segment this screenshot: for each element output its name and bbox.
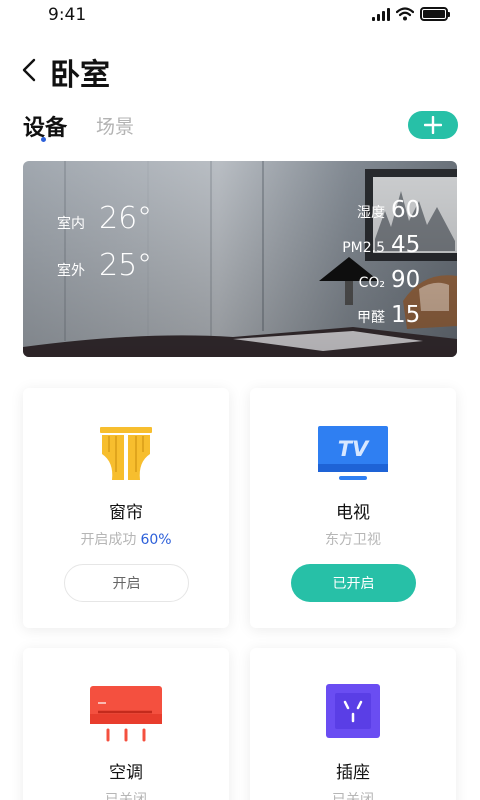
curtain-open-percent: 60% — [140, 532, 172, 548]
tv-icon: TV — [318, 426, 388, 480]
co2-reading: CO₂ 90 — [342, 267, 421, 302]
active-tab-indicator — [41, 137, 46, 142]
formaldehyde-reading: 甲醛 15 — [342, 302, 421, 337]
outdoor-temperature: 室外 25° — [57, 248, 152, 295]
indoor-label: 室内 — [57, 216, 85, 232]
curtain-open-button[interactable]: 开启 — [64, 564, 189, 602]
device-name: 空调 — [109, 763, 143, 783]
signal-icon — [372, 7, 390, 21]
pm25-value: 45 — [391, 232, 421, 258]
formaldehyde-value: 15 — [391, 302, 421, 328]
co2-label: CO₂ — [358, 275, 385, 291]
air-quality-group: 湿度 60 PM2.5 45 CO₂ 90 甲醛 15 — [342, 197, 421, 337]
humidity-reading: 湿度 60 — [342, 197, 421, 232]
formaldehyde-label: 甲醛 — [357, 310, 385, 326]
status-bar: 9:41 — [0, 0, 480, 30]
page-title: 卧室 — [50, 58, 110, 93]
device-name: 插座 — [336, 763, 370, 783]
outdoor-value: 25° — [99, 248, 153, 283]
tv-power-button[interactable]: 已开启 — [291, 564, 416, 602]
device-card-socket[interactable]: 插座 已关闭 — [250, 648, 456, 800]
device-card-tv[interactable]: TV 电视 东方卫视 已开启 — [250, 388, 456, 628]
status-time: 9:41 — [48, 5, 87, 25]
curtain-icon — [100, 427, 152, 480]
device-card-air-conditioner[interactable]: 空调 已关闭 — [23, 648, 229, 800]
tv-icon-label: TV — [338, 437, 370, 461]
tab-bar: 设备 场景 — [0, 108, 480, 148]
device-status-text: 开启成功 — [80, 532, 137, 548]
temperature-group: 室内 26° 室外 25° — [57, 201, 152, 295]
air-conditioner-icon — [90, 686, 162, 742]
add-device-button[interactable] — [408, 111, 458, 139]
device-name: 窗帘 — [109, 503, 143, 523]
back-chevron-icon[interactable] — [18, 56, 42, 84]
socket-icon — [326, 684, 380, 738]
battery-icon — [420, 7, 450, 21]
indoor-temperature: 室内 26° — [57, 201, 152, 248]
humidity-label: 湿度 — [357, 205, 385, 221]
wifi-icon — [396, 7, 414, 21]
co2-value: 90 — [391, 267, 421, 293]
device-name: 电视 — [336, 503, 370, 523]
nav-bar: 卧室 — [0, 48, 480, 93]
device-status: 开启成功 60% — [23, 529, 229, 549]
plus-icon — [424, 116, 442, 134]
tab-scenes[interactable]: 场景 — [96, 112, 134, 139]
pm25-label: PM2.5 — [342, 240, 385, 256]
indoor-value: 26° — [99, 201, 153, 236]
status-icons — [372, 7, 450, 21]
device-status: 已关闭 — [105, 792, 147, 800]
outdoor-label: 室外 — [57, 263, 85, 279]
humidity-value: 60 — [391, 197, 421, 223]
device-card-curtain[interactable]: 窗帘 开启成功 60% 开启 — [23, 388, 229, 628]
room-environment-panel: 室内 26° 室外 25° 湿度 60 PM2.5 45 CO₂ 90 甲醛 1… — [23, 161, 457, 357]
device-status: 东方卫视 — [325, 532, 381, 548]
device-status: 已关闭 — [332, 792, 374, 800]
pm25-reading: PM2.5 45 — [342, 232, 421, 267]
